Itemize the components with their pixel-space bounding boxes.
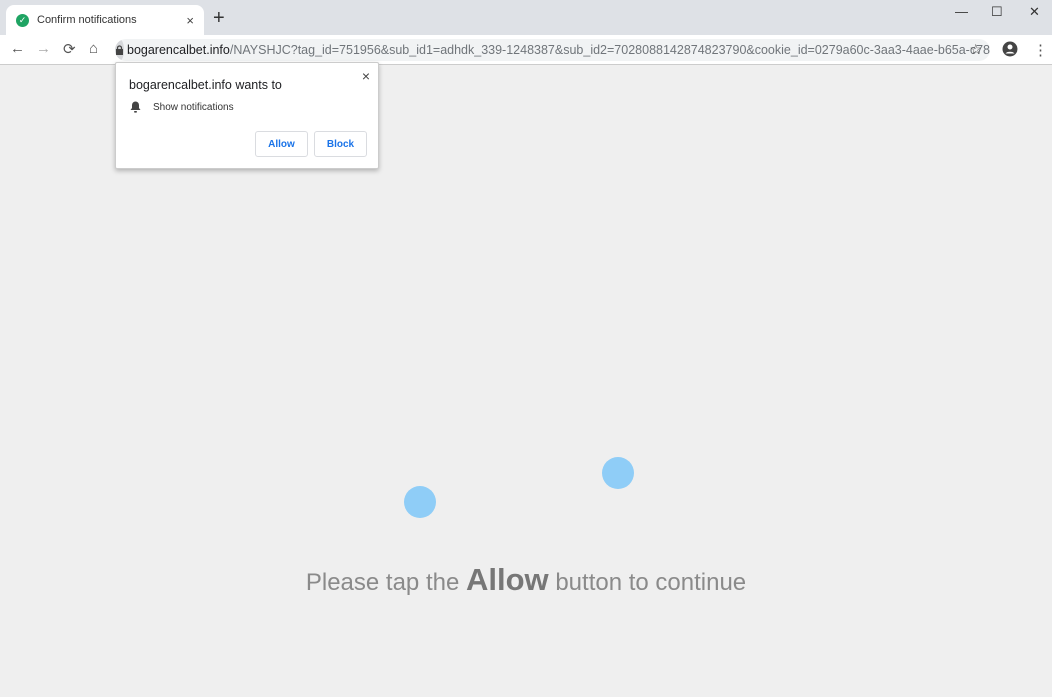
tab-title: Confirm notifications — [37, 14, 137, 26]
permission-label: Show notifications — [153, 101, 234, 113]
bookmark-star-icon[interactable]: ☆ — [969, 41, 982, 58]
url-host: bogarencalbet.info — [127, 43, 230, 57]
lock-icon[interactable] — [115, 39, 124, 61]
back-arrow-icon[interactable]: ← — [10, 40, 25, 57]
popup-title: bogarencalbet.info wants to — [129, 78, 282, 92]
address-bar[interactable]: bogarencalbet.info/NAYSHJC?tag_id=751956… — [115, 39, 990, 61]
instruction-message: Please tap the Allow button to continue — [0, 562, 1052, 598]
maximize-button[interactable]: ☐ — [991, 4, 1003, 20]
toolbar: ← → ⟳ ⌂ bogarencalbet.info/NAYSHJC?tag_i… — [0, 35, 1052, 65]
block-button[interactable]: Block — [314, 131, 367, 157]
reload-icon[interactable]: ⟳ — [63, 40, 76, 58]
loading-dot — [404, 486, 436, 518]
message-bold-allow: Allow — [465, 562, 549, 597]
allow-button[interactable]: Allow — [255, 131, 308, 157]
permission-row: Show notifications — [130, 101, 234, 113]
window-close-button[interactable]: ✕ — [1029, 4, 1040, 20]
minimize-button[interactable]: — — [955, 4, 968, 19]
menu-kebab-icon[interactable]: ⋮ — [1033, 41, 1048, 59]
tab-confirm-notifications[interactable]: ✓ Confirm notifications × — [6, 5, 204, 35]
bell-icon — [130, 101, 141, 113]
url-path: /NAYSHJC?tag_id=751956&sub_id1=adhdk_339… — [229, 43, 990, 57]
notification-permission-popup: bogarencalbet.info wants to × Show notif… — [115, 62, 379, 169]
loading-dot — [602, 457, 634, 489]
forward-arrow-icon[interactable]: → — [36, 40, 51, 57]
check-circle-icon: ✓ — [16, 13, 29, 27]
message-text: Please tap the — [305, 569, 466, 596]
message-text: button to continue — [548, 569, 747, 596]
tab-close-icon[interactable]: × — [186, 13, 194, 28]
profile-icon[interactable] — [1002, 41, 1018, 62]
tab-strip: ✓ Confirm notifications × + — ☐ ✕ — [0, 0, 1052, 35]
popup-close-icon[interactable]: × — [362, 68, 370, 84]
home-icon[interactable]: ⌂ — [89, 40, 98, 57]
new-tab-button[interactable]: + — [213, 7, 225, 30]
